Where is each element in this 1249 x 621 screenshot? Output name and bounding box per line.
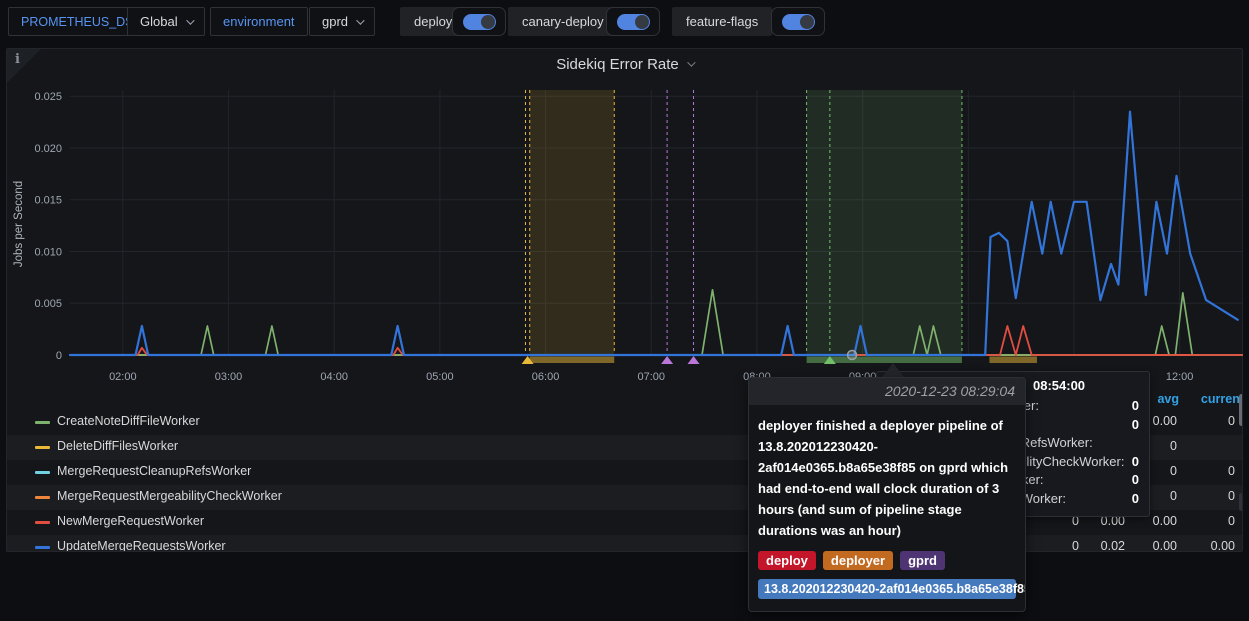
deploy-toggle[interactable] (452, 7, 506, 36)
tooltip-series-value: 0 (1132, 453, 1139, 472)
legend-value: 0.00 (1173, 539, 1235, 552)
annotation-tooltip-arrow (882, 363, 904, 377)
chevron-down-icon (356, 16, 364, 24)
datasource-picker[interactable]: PROMETHEUS_DS (8, 7, 147, 36)
tag-version: 13.8.202012230420-2af014e0365.b8a65e38f8… (758, 579, 1016, 599)
legend-color-chip (35, 496, 50, 499)
environment-dropdown[interactable]: gprd (309, 7, 375, 36)
global-dropdown[interactable]: Global (127, 7, 205, 36)
legend-label[interactable]: MergeRequestMergeabilityCheckWorker (57, 489, 282, 503)
tag-gprd: gprd (900, 551, 945, 570)
datasource-label: PROMETHEUS_DS (21, 15, 134, 29)
legend-row[interactable]: UpdateMergeRequestsWorker 0 0.02 0.00 0.… (7, 535, 1243, 552)
global-value: Global (140, 14, 178, 29)
legend-label[interactable]: CreateNoteDiffFileWorker (57, 414, 200, 428)
canary-deploy-toggle-label: canary-deploy (508, 7, 618, 36)
legend-color-chip (35, 546, 50, 549)
tooltip-series-value: 0 (1132, 490, 1139, 509)
annotation-tooltip: 2020-12-23 08:29:04 deployer finished a … (748, 377, 1026, 612)
environment-label: environment (223, 14, 295, 29)
toggle-on-icon (463, 14, 496, 30)
tooltip-series-value: 0 (1132, 416, 1139, 435)
legend-scrollbar[interactable] (1239, 394, 1243, 426)
legend-label[interactable]: NewMergeRequestWorker (57, 514, 204, 528)
feature-flags-toggle[interactable] (771, 7, 825, 36)
legend-label[interactable]: MergeRequestCleanupRefsWorker (57, 464, 251, 478)
legend-color-chip (35, 521, 50, 524)
legend-value: 0.00 (1115, 539, 1177, 552)
legend-value: 0 (1173, 514, 1235, 528)
legend-value: 0 (1173, 489, 1235, 503)
legend-value: 0 (1173, 464, 1235, 478)
feature-flags-toggle-label: feature-flags (672, 7, 772, 36)
legend-label[interactable]: UpdateMergeRequestsWorker (57, 539, 226, 552)
legend-color-chip (35, 446, 50, 449)
toggle-on-icon (782, 14, 815, 30)
legend-value: 0 (1173, 414, 1235, 428)
tag-deploy: deploy (758, 551, 816, 570)
tooltip-series-value: 0 (1132, 471, 1139, 490)
legend-color-chip (35, 471, 50, 474)
tooltip-series-value: 0 (1132, 397, 1139, 416)
annotation-timestamp: 2020-12-23 08:29:04 (749, 378, 1025, 405)
legend-color-chip (35, 421, 50, 424)
scrollbar-track (1239, 493, 1243, 511)
legend-label[interactable]: DeleteDiffFilesWorker (57, 439, 178, 453)
panel-menu-chevron-icon[interactable] (687, 58, 695, 66)
dashboard-screen: PROMETHEUS_DS Global environment gprd de… (0, 0, 1249, 621)
annotation-tags: deploy deployer gprd (758, 551, 1016, 570)
toggle-on-icon (617, 14, 650, 30)
canary-deploy-toggle[interactable] (606, 7, 660, 36)
chevron-down-icon (186, 16, 194, 24)
panel-title[interactable]: Sidekiq Error Rate (556, 56, 679, 73)
annotation-text: deployer finished a deployer pipeline of… (758, 415, 1016, 541)
environment-variable-label[interactable]: environment (210, 7, 308, 36)
environment-value: gprd (322, 14, 348, 29)
legend-header-current[interactable]: current (1182, 392, 1243, 406)
tag-deployer: deployer (823, 551, 893, 570)
